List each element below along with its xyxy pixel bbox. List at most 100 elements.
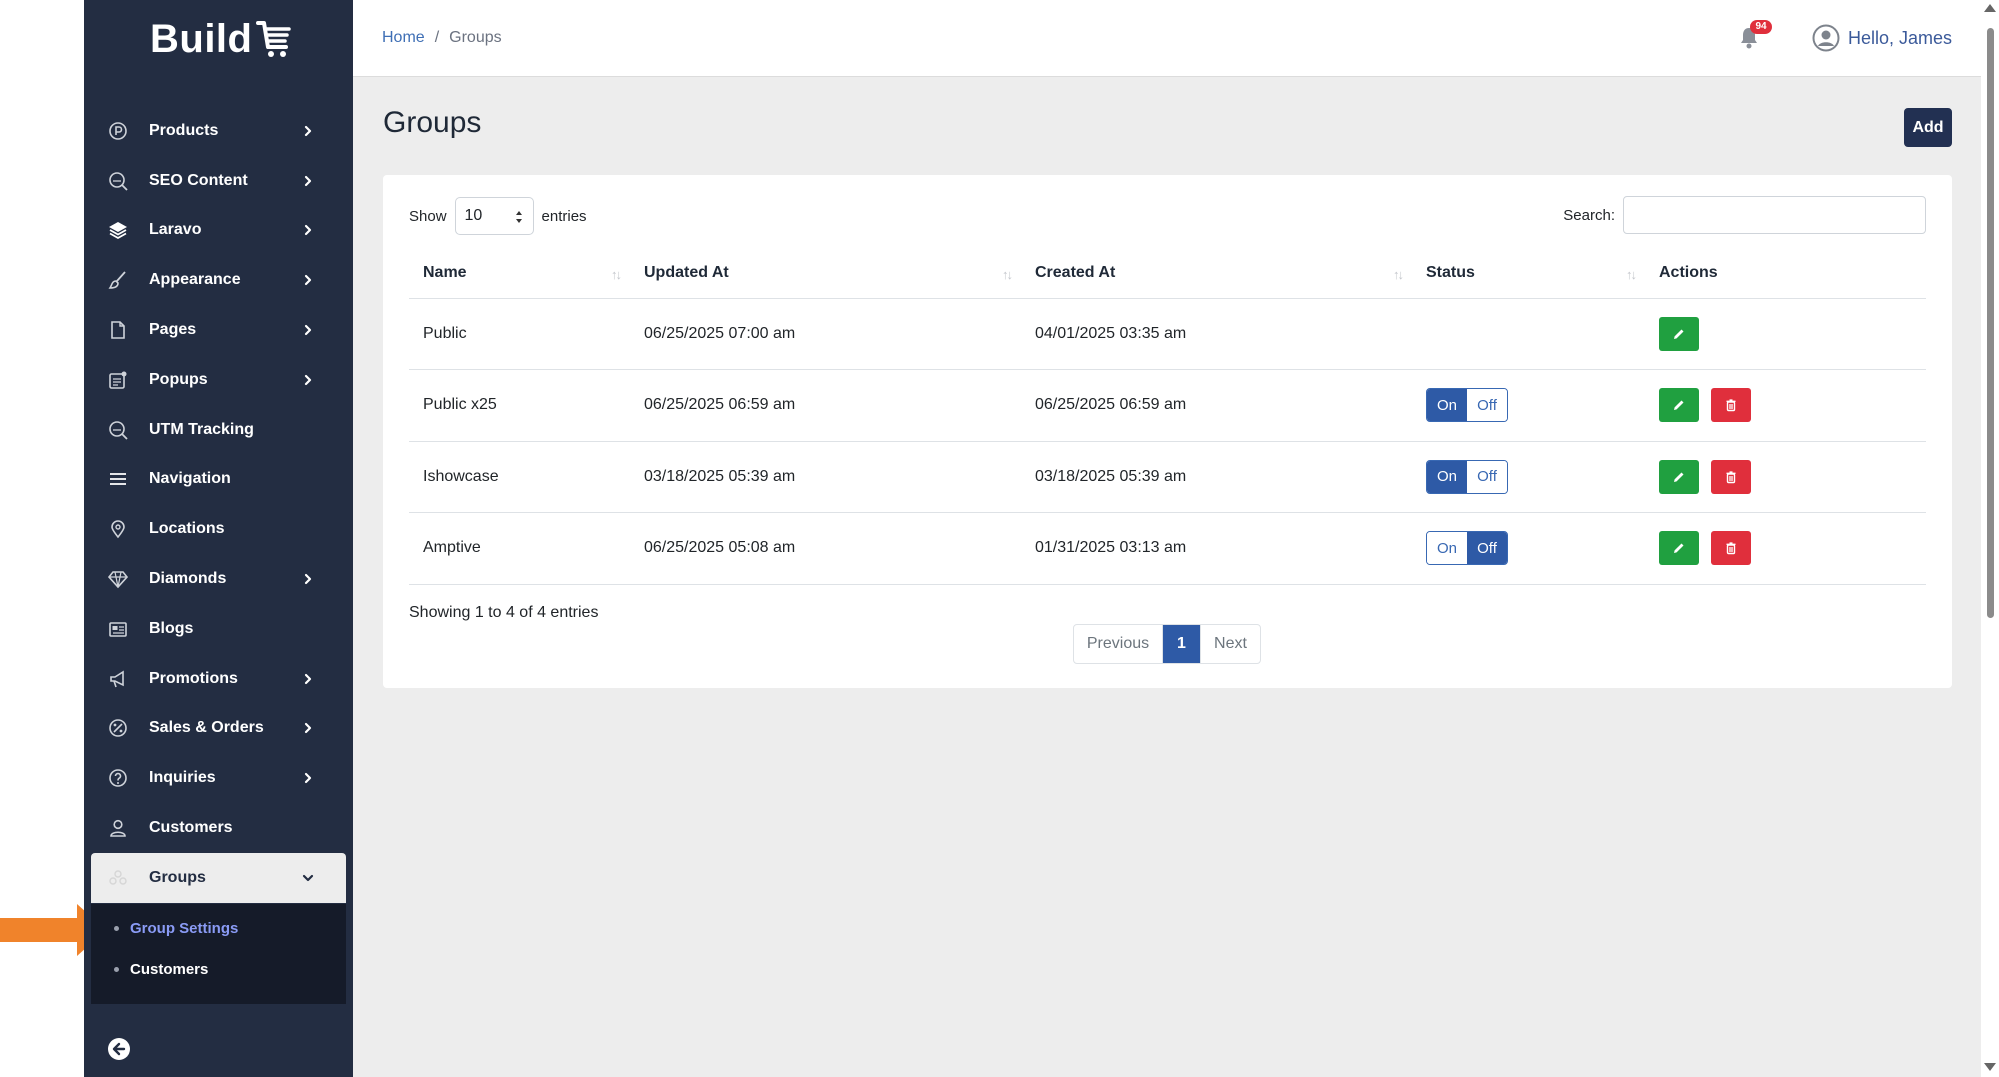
column-header-actions: Actions <box>1645 248 1926 299</box>
status-on-option[interactable]: On <box>1427 532 1467 565</box>
sidebar-item-label: Popups <box>149 370 208 388</box>
groups-icon <box>107 867 129 889</box>
status-toggle[interactable]: On Off <box>1426 459 1508 494</box>
sidebar-item-customers[interactable]: Customers <box>84 803 353 853</box>
subnav-item-group-settings[interactable]: Group Settings <box>91 912 346 944</box>
sidebar-item-navigation[interactable]: Navigation <box>84 455 353 505</box>
add-button[interactable]: Add <box>1904 108 1952 147</box>
sidebar-item-label: Navigation <box>149 470 231 488</box>
topbar: Home / Groups 94 Hello, James <box>353 0 1981 77</box>
entries-select-value: 10 <box>464 207 483 224</box>
cell-updated: 06/25/2025 07:00 am <box>630 298 1021 370</box>
cell-name: Public <box>409 298 630 370</box>
groups-submenu: Group Settings Customers <box>91 904 346 1004</box>
page-scrollbar[interactable] <box>1981 0 1999 1077</box>
status-off-option[interactable]: Off <box>1467 389 1507 422</box>
edit-button[interactable] <box>1659 316 1699 351</box>
brand-logo[interactable]: Build <box>150 14 292 64</box>
sidebar-item-blogs[interactable]: Blogs <box>84 604 353 654</box>
status-off-option[interactable]: Off <box>1467 460 1507 493</box>
chevron-right-icon <box>304 225 312 236</box>
column-header-label: Created At <box>1035 263 1116 281</box>
cell-created: 06/25/2025 06:59 am <box>1021 369 1412 442</box>
chevron-right-icon <box>304 275 312 286</box>
entries-label: entries <box>541 207 587 225</box>
sidebar-item-locations[interactable]: Locations <box>84 504 353 554</box>
scroll-down-arrow-icon[interactable] <box>1984 1063 1996 1071</box>
pencil-icon <box>1674 400 1684 411</box>
sidebar-item-label: SEO Content <box>149 171 248 189</box>
pagination-next-button[interactable]: Next <box>1200 625 1260 663</box>
avatar-icon <box>1812 24 1840 52</box>
user-menu[interactable]: Hello, James <box>1812 24 1952 52</box>
table-row: Amptive 06/25/2025 05:08 am 01/31/2025 03:… <box>409 512 1926 585</box>
sidebar-item-laravo[interactable]: Laravo <box>84 206 353 256</box>
sidebar-item-label: Diamonds <box>149 570 227 588</box>
edit-button[interactable] <box>1659 459 1699 494</box>
page-length-control: Show 10 entries <box>409 197 587 235</box>
pagination-previous-button[interactable]: Previous <box>1074 625 1163 663</box>
breadcrumb-home-link[interactable]: Home <box>382 29 425 47</box>
brand-name: Build <box>150 16 253 61</box>
sidebar-item-popups[interactable]: Popups <box>84 355 353 405</box>
column-header-updated-at[interactable]: Updated At ↑↓ <box>630 248 1021 299</box>
main-content: Groups Add Show 10 entries Search: Name … <box>353 77 1981 1077</box>
edit-button[interactable] <box>1659 388 1699 423</box>
subnav-item-customers[interactable]: Customers <box>91 953 346 985</box>
chevron-right-icon <box>304 324 312 336</box>
column-header-status[interactable]: Status ↑↓ <box>1412 248 1645 299</box>
subnav-item-label: Group Settings <box>130 919 239 937</box>
sidebar-item-groups[interactable]: Groups <box>91 852 346 903</box>
status-toggle[interactable]: On Off <box>1426 388 1508 423</box>
sidebar-item-label: Groups <box>149 868 206 886</box>
edit-button[interactable] <box>1659 531 1699 566</box>
pagination: Previous 1 Next <box>1073 624 1261 664</box>
scroll-thumb[interactable] <box>1987 28 1994 618</box>
trash-icon <box>1726 471 1736 483</box>
sidebar-item-label: Locations <box>149 520 225 538</box>
column-header-created-at[interactable]: Created At ↑↓ <box>1021 248 1412 299</box>
pagination-page-1[interactable]: 1 <box>1163 625 1200 663</box>
chevron-right-icon <box>304 125 312 136</box>
column-header-name[interactable]: Name ↑↓ <box>409 248 630 299</box>
breadcrumb: Home / Groups <box>382 29 502 47</box>
sort-icon: ↑↓ <box>611 267 622 282</box>
sidebar-item-label: Inquiries <box>149 769 216 787</box>
show-label: Show <box>409 207 447 225</box>
column-header-label: Name <box>423 263 467 281</box>
sidebar-item-appearance[interactable]: Appearance <box>84 255 353 305</box>
cell-created: 04/01/2025 03:35 am <box>1021 298 1412 370</box>
sidebar-item-pages[interactable]: Pages <box>84 305 353 355</box>
search-input[interactable] <box>1623 196 1926 234</box>
cell-updated: 06/25/2025 05:08 am <box>630 512 1021 585</box>
sidebar-item-products[interactable]: Products <box>84 106 353 156</box>
pencil-icon <box>1674 472 1684 482</box>
delete-button[interactable] <box>1711 531 1751 566</box>
status-toggle[interactable]: On Off <box>1426 531 1508 566</box>
entries-select[interactable]: 10 <box>454 197 534 235</box>
cell-actions <box>1645 369 1926 442</box>
sidebar-item-inquiries[interactable]: Inquiries <box>84 753 353 803</box>
delete-button[interactable] <box>1711 388 1751 423</box>
newspaper-icon <box>107 618 129 640</box>
table-row: Ishowcase 03/18/2025 05:39 am 03/18/2025 0… <box>409 441 1926 513</box>
collapse-sidebar-button[interactable] <box>108 1038 130 1060</box>
sidebar-item-promotions[interactable]: Promotions <box>84 654 353 704</box>
menu-icon <box>107 468 129 490</box>
status-off-option[interactable]: Off <box>1467 532 1507 565</box>
sidebar-item-label: Products <box>149 121 219 139</box>
arrow-left-icon <box>112 1042 126 1056</box>
screen: Build Products SEO Content Laravo Appearanc… <box>0 0 1999 1077</box>
status-on-option[interactable]: On <box>1427 460 1467 493</box>
cell-name: Amptive <box>409 512 630 585</box>
sidebar-item-seo-content[interactable]: SEO Content <box>84 156 353 206</box>
delete-button[interactable] <box>1711 459 1751 494</box>
sidebar-item-sales-orders[interactable]: Sales & Orders <box>84 704 353 754</box>
status-on-option[interactable]: On <box>1427 389 1467 422</box>
subnav-item-label: Customers <box>130 960 209 978</box>
sidebar-item-utm-tracking[interactable]: UTM Tracking <box>84 405 353 455</box>
cart-icon <box>256 21 292 57</box>
brush-icon <box>107 269 129 291</box>
scroll-up-arrow-icon[interactable] <box>1984 4 1996 12</box>
sidebar-item-diamonds[interactable]: Diamonds <box>84 554 353 604</box>
